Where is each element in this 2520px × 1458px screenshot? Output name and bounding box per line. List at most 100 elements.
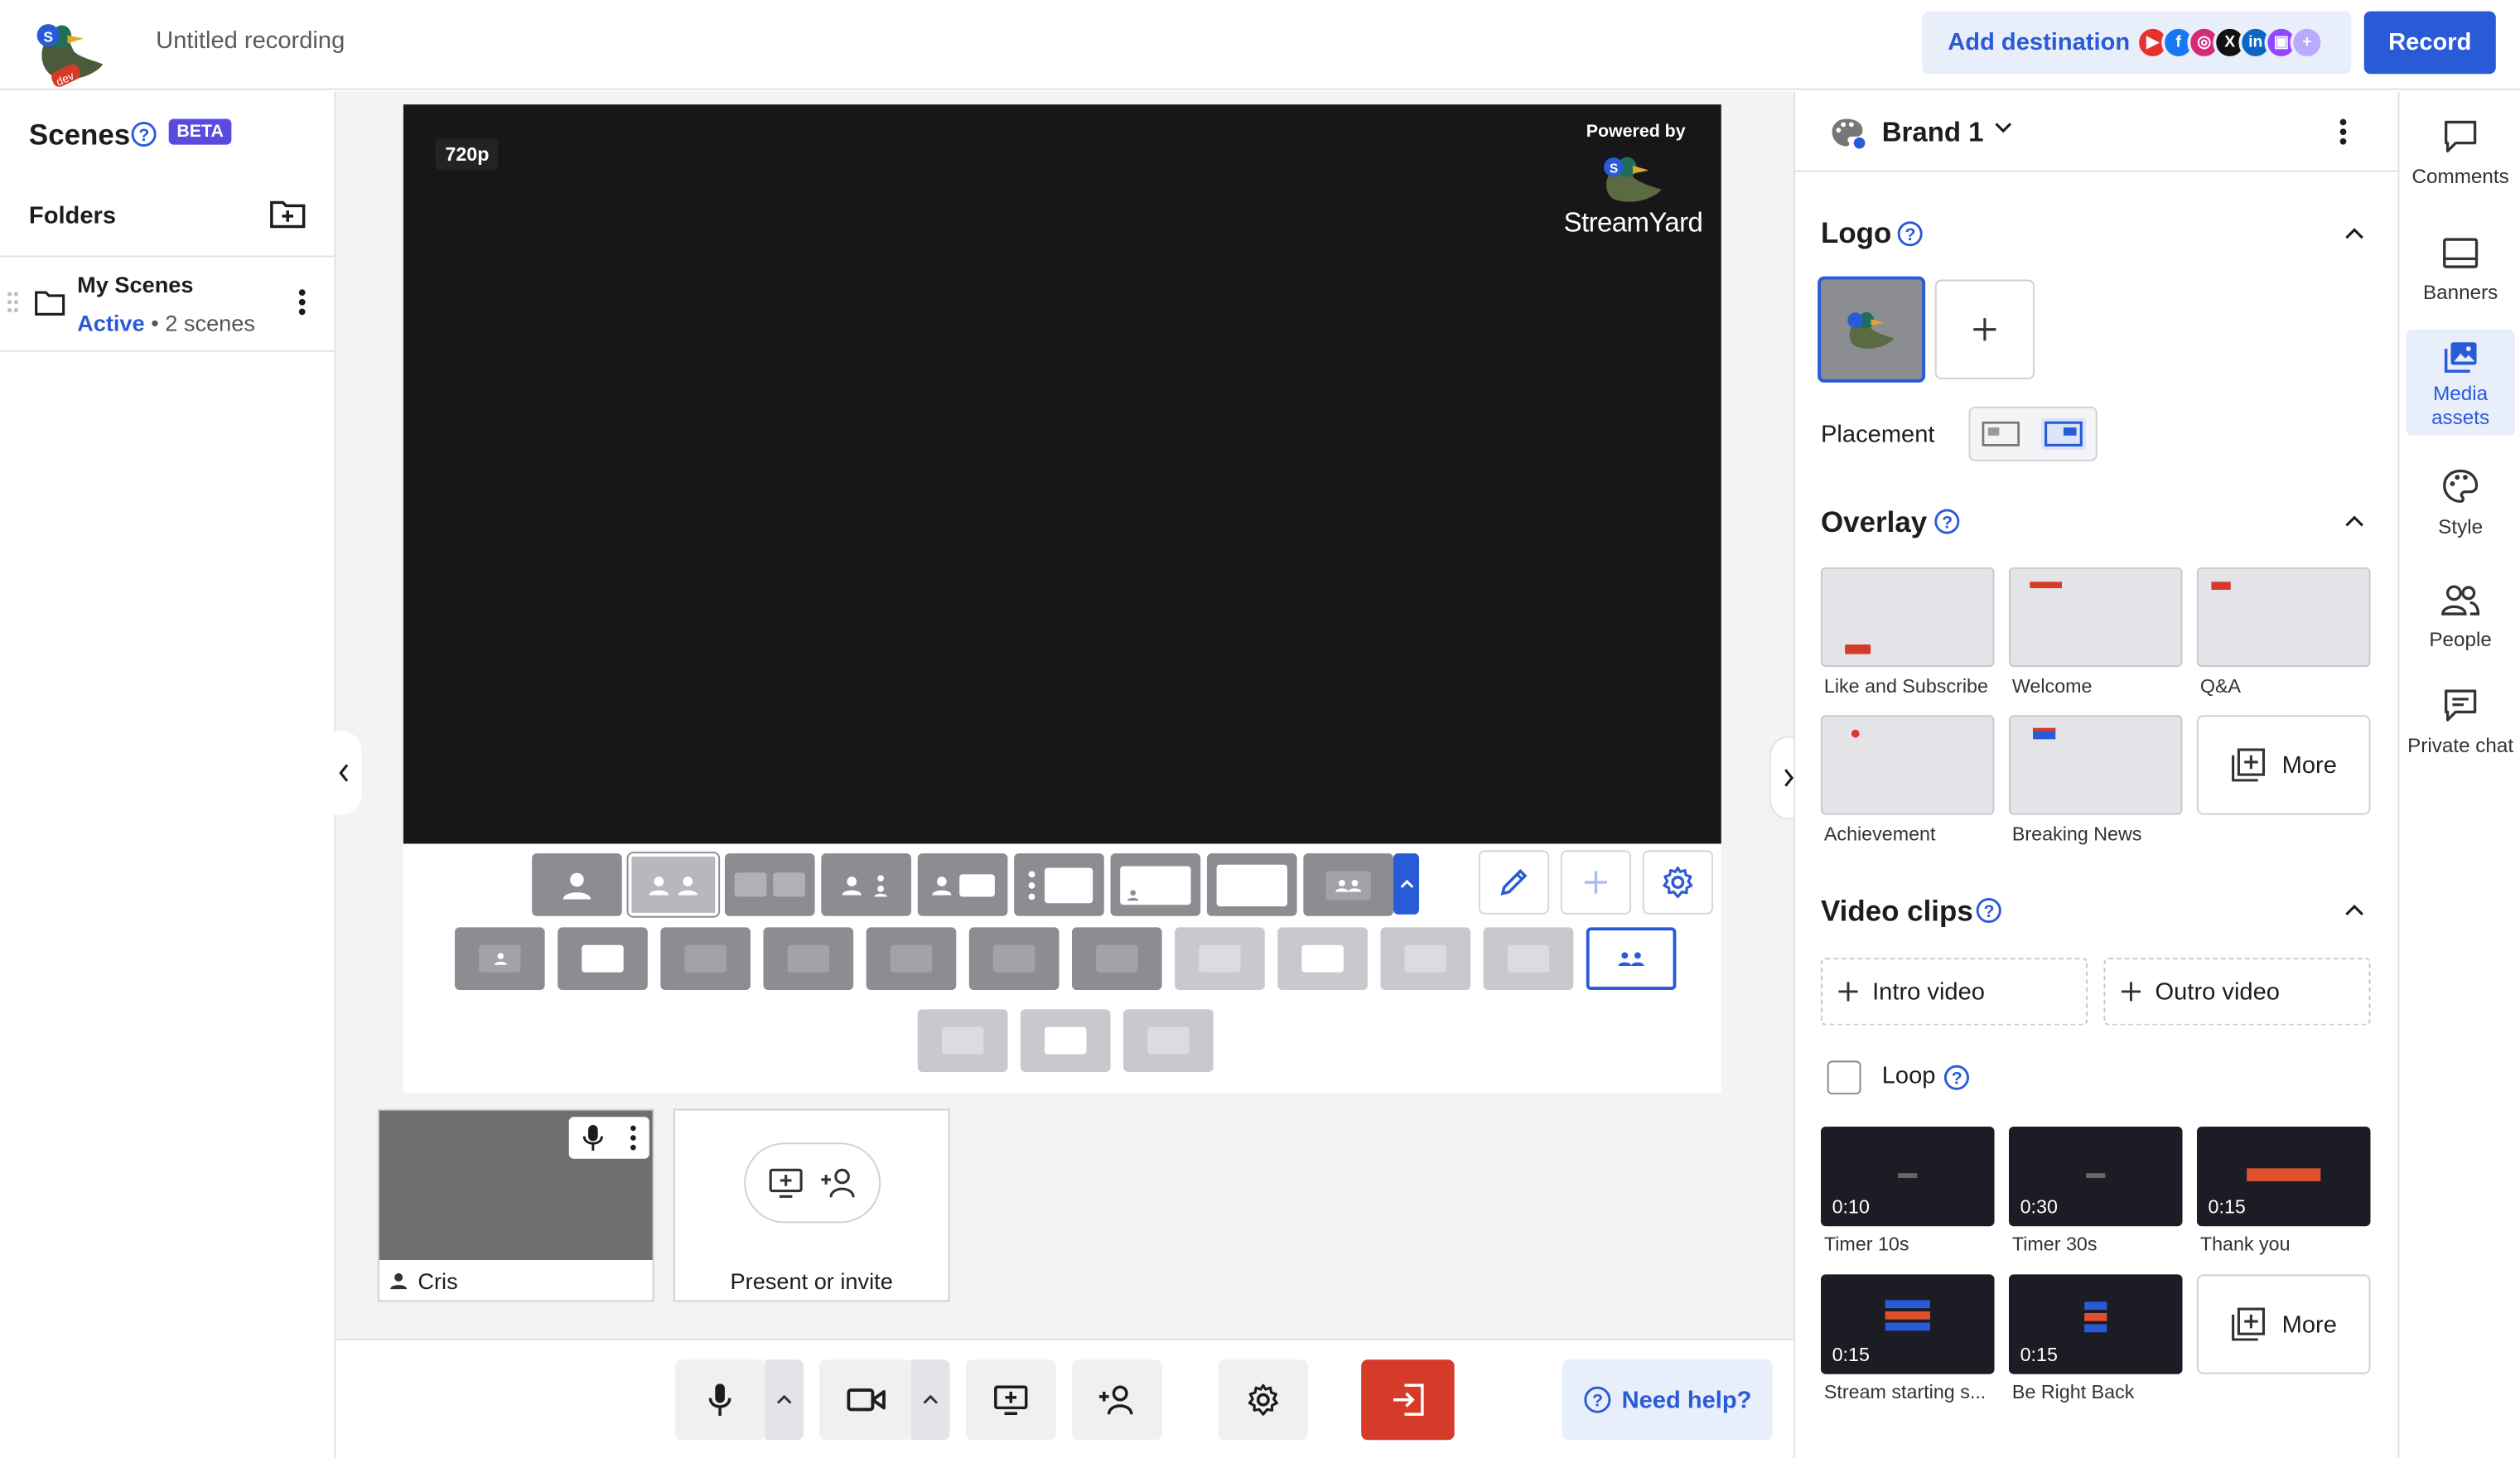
layout-scene-duo[interactable] <box>660 927 751 991</box>
more-options-icon[interactable] <box>2339 118 2349 147</box>
video-clip-thumbnail[interactable]: 0:15 <box>2196 1126 2371 1227</box>
mute-button[interactable] <box>674 1359 765 1441</box>
layout-scene-spotlight[interactable] <box>1071 927 1162 991</box>
recording-title[interactable]: Untitled recording <box>156 27 345 55</box>
overlay-thumbnail-qa[interactable] <box>2196 567 2371 668</box>
private-chat-icon <box>2445 689 2477 722</box>
placement-left-icon[interactable] <box>1981 419 2020 448</box>
video-clip-thumbnail[interactable]: 0:15 <box>2009 1274 2183 1374</box>
nav-comments[interactable]: Comments <box>2406 114 2515 210</box>
camera-options-button[interactable] <box>910 1359 950 1441</box>
add-folder-icon[interactable] <box>268 198 307 230</box>
video-clip-thumbnail[interactable]: 0:10 <box>1821 1126 1995 1227</box>
add-logo-button[interactable] <box>1934 279 2035 379</box>
layout-screen-with-pip[interactable] <box>1110 853 1201 916</box>
overlay-thumbnail-like-and-subscribe[interactable] <box>1821 567 1995 668</box>
brand-name[interactable]: Brand 1 <box>1882 118 1984 150</box>
logo-thumbnail[interactable] <box>1818 276 1926 383</box>
add-destination-button[interactable]: Add destination ▶ f ◎ X in ▣ + <box>1922 11 2352 75</box>
layout-scene-light-5[interactable] <box>917 1009 1008 1072</box>
leave-studio-button[interactable] <box>1361 1359 1455 1441</box>
placement-toggle <box>1968 406 2098 461</box>
placement-right-icon[interactable] <box>2040 418 2086 451</box>
layout-side-by-side[interactable] <box>626 852 721 918</box>
video-clip-thumbnail[interactable]: 0:30 <box>2009 1126 2183 1227</box>
layout-box <box>684 944 727 973</box>
layout-group[interactable] <box>821 853 911 916</box>
layout-scene-light-7[interactable] <box>1123 1009 1214 1072</box>
more-overlays-button[interactable]: More <box>2196 715 2371 815</box>
more-options-icon[interactable] <box>297 287 307 316</box>
divider <box>0 350 335 352</box>
edit-layout-button[interactable] <box>1478 850 1550 915</box>
overlay-thumbnail-achievement[interactable] <box>1821 715 1995 815</box>
settings-button[interactable] <box>1218 1359 1309 1441</box>
layout-scene-group-2[interactable] <box>968 927 1060 991</box>
layout-settings-button[interactable] <box>1642 850 1714 915</box>
chevron-up-icon[interactable] <box>2344 514 2363 528</box>
need-help-button[interactable]: ? Need help? <box>1562 1359 1773 1441</box>
chevron-up-icon[interactable] <box>2344 227 2363 240</box>
intro-video-button[interactable]: Intro video <box>1821 958 2088 1026</box>
help-icon[interactable]: ? <box>1933 508 1961 535</box>
layout-person-and-screen[interactable] <box>917 853 1008 916</box>
layout-full-screen[interactable] <box>1206 853 1297 916</box>
layout-scene-selected[interactable] <box>1586 927 1677 991</box>
nav-banners[interactable]: Banners <box>2406 233 2515 329</box>
invite-button[interactable] <box>1071 1359 1162 1441</box>
collapse-left-panel-button[interactable] <box>326 731 362 815</box>
mic-options-button[interactable] <box>765 1359 804 1441</box>
help-icon[interactable]: ? <box>1896 220 1924 248</box>
layout-box <box>734 872 767 897</box>
layout-scene-light-2[interactable] <box>1277 927 1368 991</box>
more-clips-button[interactable]: More <box>2196 1274 2371 1374</box>
nav-media-assets[interactable]: Media assets <box>2406 329 2516 436</box>
chevron-up-icon[interactable] <box>2344 903 2363 916</box>
expand-layouts-button[interactable] <box>1393 853 1420 915</box>
nav-style[interactable]: Style <box>2406 465 2515 561</box>
present-or-invite-tile[interactable]: Present or invite <box>673 1108 950 1302</box>
overlay-thumbnail-breaking-news[interactable] <box>2009 715 2183 815</box>
overlay-thumbnail-welcome[interactable] <box>2009 567 2183 668</box>
nav-private-chat[interactable]: Private chat <box>2406 683 2515 786</box>
nav-people[interactable]: People <box>2406 580 2515 676</box>
layout-scene-screen[interactable] <box>558 927 648 991</box>
layout-scene-light-3[interactable] <box>1380 927 1471 991</box>
layout-scene-light-6[interactable] <box>1020 1009 1111 1072</box>
camera-button[interactable] <box>819 1359 913 1441</box>
help-icon[interactable]: ? <box>1943 1064 1970 1091</box>
participant-tile[interactable]: Cris <box>377 1108 654 1302</box>
drag-handle-icon[interactable] <box>7 291 20 313</box>
help-icon[interactable]: ? <box>1975 897 2002 925</box>
layout-cinema[interactable] <box>1303 853 1393 916</box>
person-icon <box>390 1273 408 1290</box>
add-collection-icon <box>2231 1307 2265 1341</box>
overlay-section-title: Overlay <box>1821 506 1928 538</box>
present-invite-pill[interactable] <box>744 1142 881 1224</box>
outro-video-button[interactable]: Outro video <box>2103 958 2371 1026</box>
side-nav: Comments Banners Media assets Style Peop… <box>2397 91 2520 1458</box>
video-clip-thumbnail[interactable]: 0:15 <box>1821 1274 1995 1374</box>
loop-checkbox[interactable] <box>1827 1060 1861 1095</box>
microphone-icon <box>708 1383 731 1417</box>
layout-scene-light-4[interactable] <box>1483 927 1574 991</box>
chevron-down-icon[interactable] <box>1995 122 2012 133</box>
layout-box <box>1404 944 1446 973</box>
clip-preview-graphic <box>2086 1173 2106 1179</box>
layout-scene-group[interactable] <box>866 927 957 991</box>
share-screen-button[interactable] <box>965 1359 1056 1441</box>
layout-sidebar-screen[interactable] <box>1014 853 1104 916</box>
clip-preview-graphic <box>2247 1168 2321 1181</box>
help-icon[interactable]: ? <box>130 121 157 148</box>
more-options-icon[interactable] <box>630 1125 636 1151</box>
layout-scene-single[interactable] <box>763 927 854 991</box>
streamyard-dev-logo[interactable]: S dev <box>32 13 109 87</box>
folder-item-my-scenes[interactable]: My Scenes Active • 2 scenes <box>0 258 335 349</box>
record-button[interactable]: Record <box>2363 11 2496 75</box>
layout-solo[interactable] <box>532 853 622 916</box>
layout-group-boxes[interactable] <box>724 853 815 916</box>
layout-scene-light-1[interactable] <box>1175 927 1265 991</box>
layout-scene-solo[interactable] <box>455 927 545 991</box>
add-layout-button[interactable] <box>1560 850 1632 915</box>
microphone-icon[interactable] <box>582 1123 604 1152</box>
